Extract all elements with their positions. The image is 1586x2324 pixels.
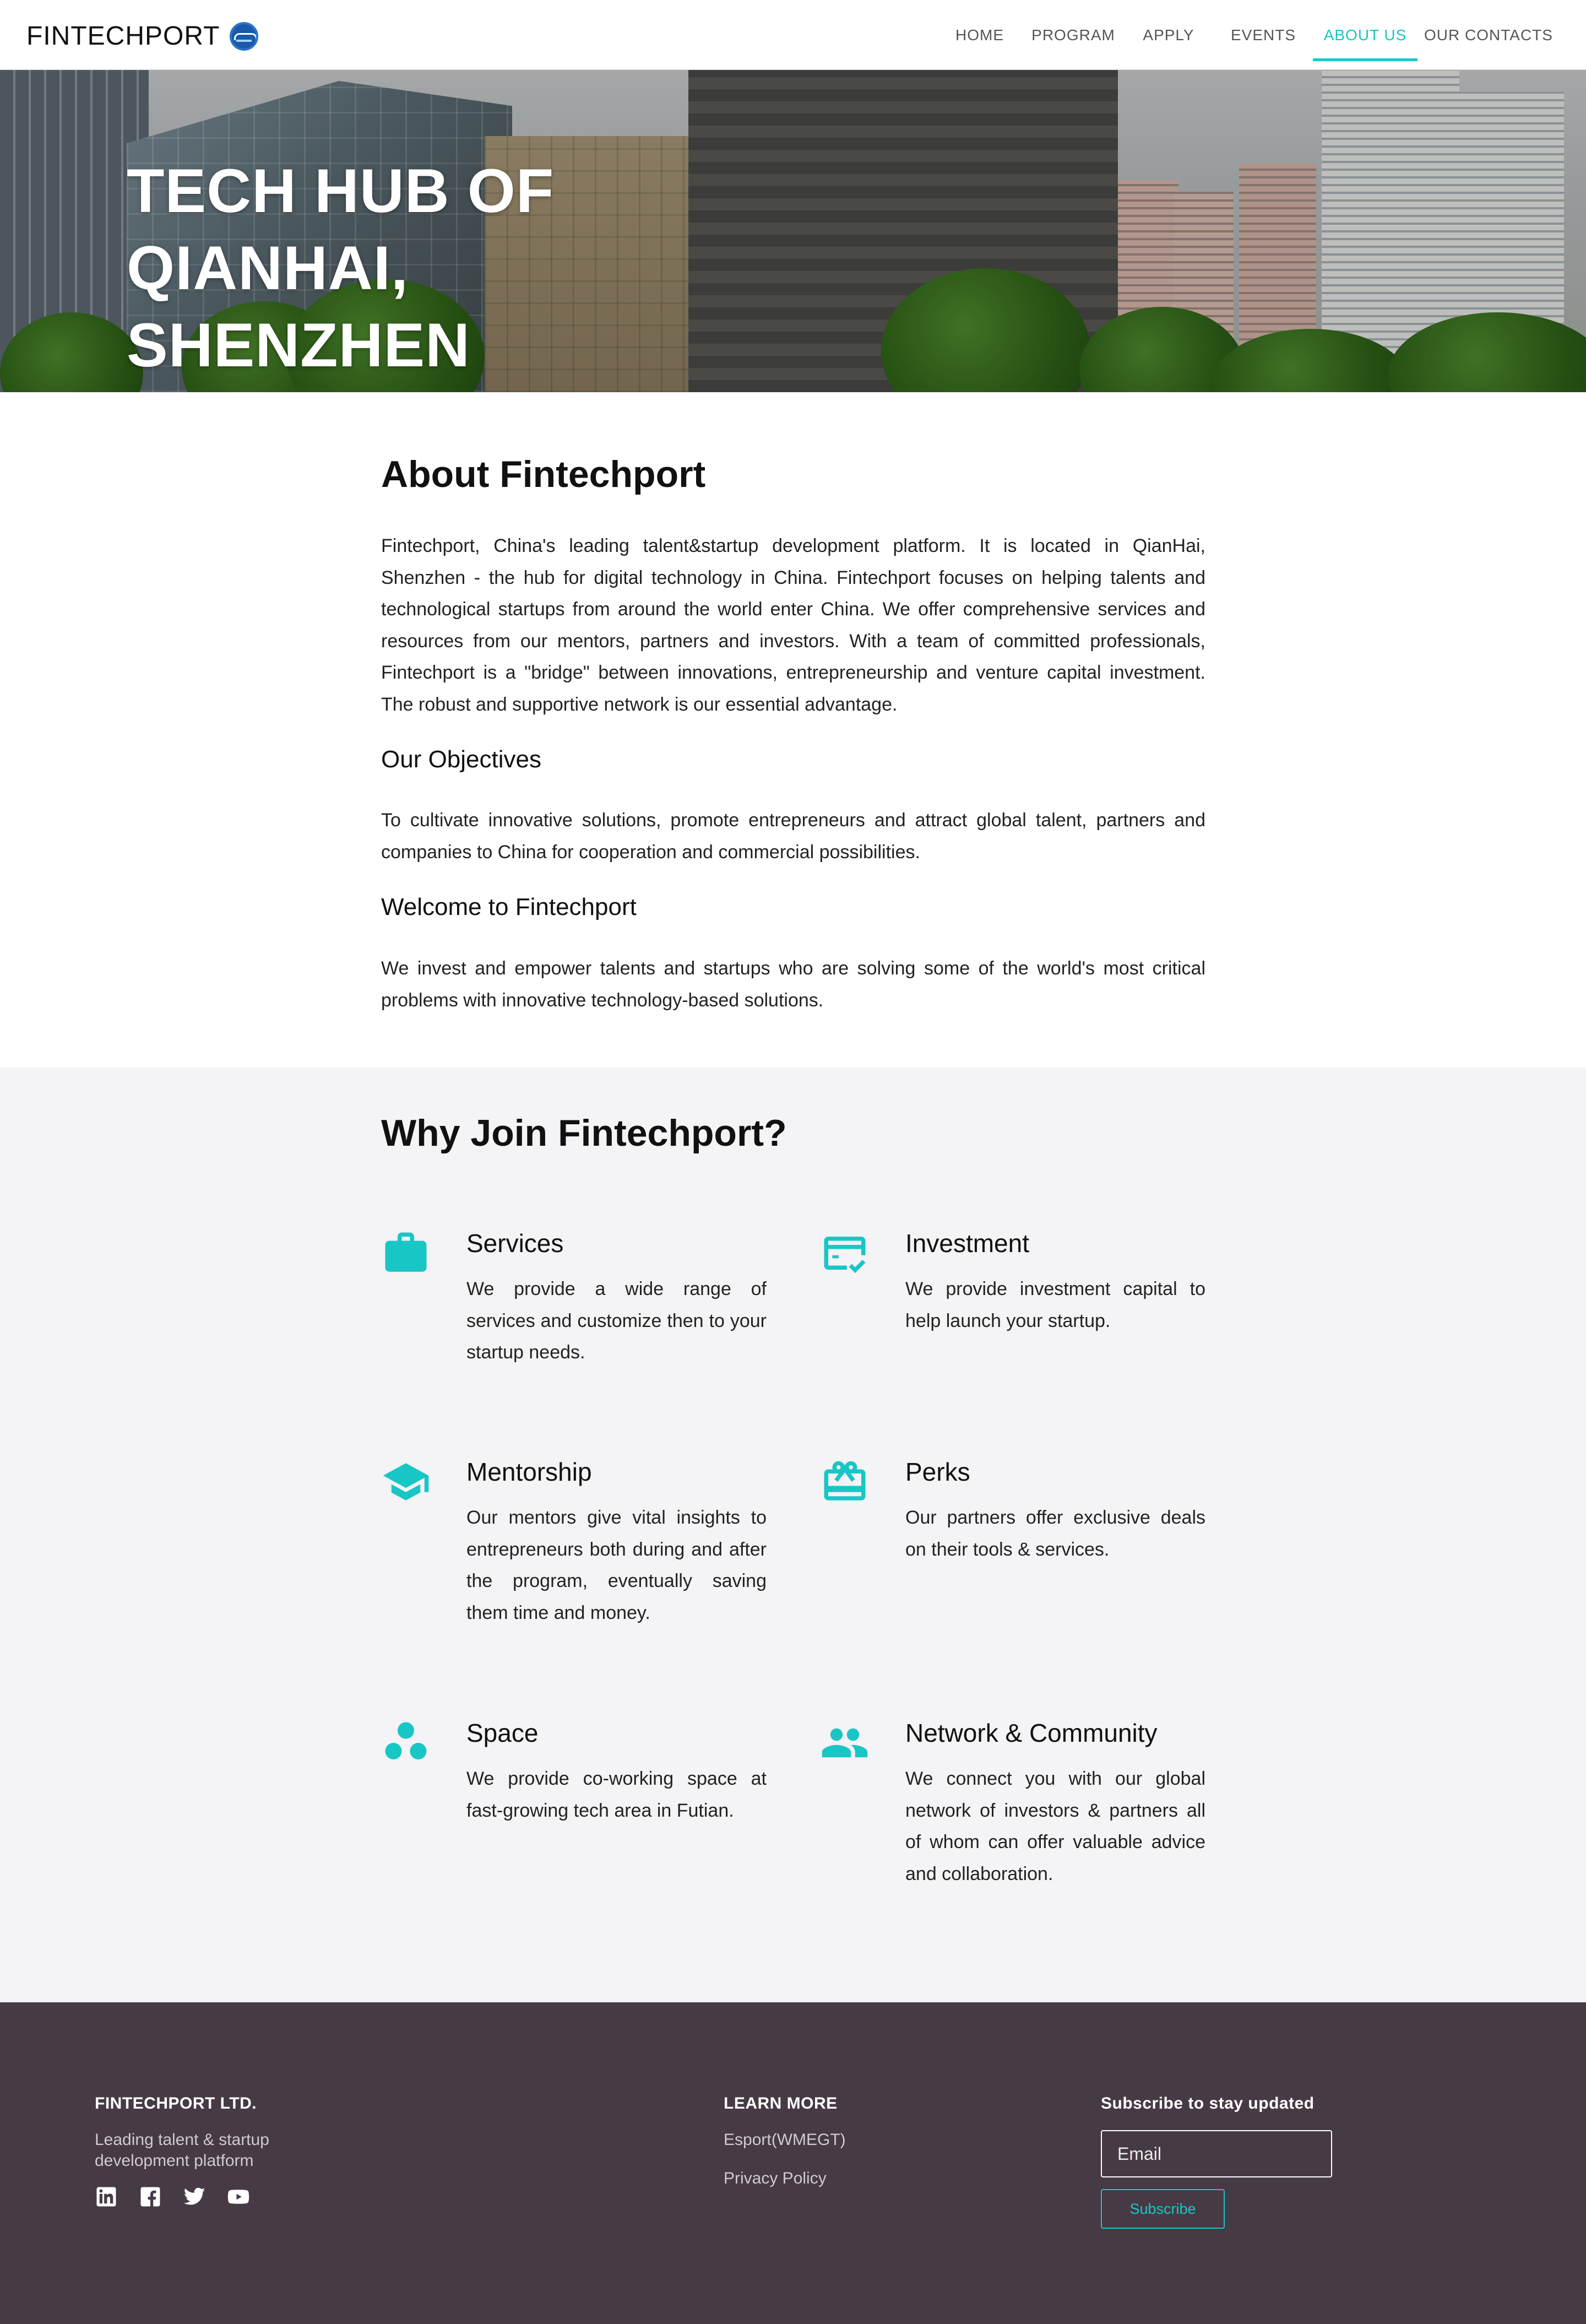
social-links xyxy=(95,2185,250,2208)
feature-text: Our partners offer exclusive deals on th… xyxy=(905,1507,1205,1560)
nav-item-home[interactable]: HOME xyxy=(936,0,1023,70)
linkedin-icon[interactable] xyxy=(95,2185,118,2208)
subscribe-button[interactable]: Subscribe xyxy=(1101,2189,1225,2229)
welcome-title: Welcome to Fintechport xyxy=(381,893,637,920)
site-header: FINTECHPORT HOME PROGRAM APPLY EVENTS AB… xyxy=(0,0,1586,70)
why-title: Why Join Fintechport? xyxy=(381,1112,787,1154)
youtube-icon[interactable] xyxy=(227,2185,250,2208)
footer-tagline-line: development platform xyxy=(95,2152,254,2170)
about-section: About Fintechport Fintechport, China's l… xyxy=(0,392,1586,1068)
feature-text: We provide investment capital to help la… xyxy=(905,1279,1205,1331)
twitter-icon[interactable] xyxy=(183,2185,206,2208)
nav-item-our-contacts[interactable]: OUR CONTACTS xyxy=(1417,0,1560,70)
nav-item-about-us[interactable]: ABOUT US xyxy=(1313,0,1417,70)
feature-text: We provide a wide range of services and … xyxy=(466,1279,767,1363)
feature-title: Mentorship xyxy=(466,1458,592,1486)
workspaces-icon xyxy=(381,1718,431,1768)
feature-title: Services xyxy=(466,1229,564,1258)
email-field[interactable] xyxy=(1101,2130,1332,2177)
feature-text: Our mentors give vital insights to entre… xyxy=(466,1507,767,1623)
graduation-cap-icon xyxy=(381,1457,431,1507)
hero-title-line: TECH HUB OF QIANHAI, xyxy=(127,156,555,302)
hero-banner: TECH HUB OF QIANHAI, SHENZHEN xyxy=(0,70,1586,392)
subscribe-title: Subscribe to stay updated xyxy=(1101,2094,1315,2112)
footer-company-name: FINTECHPORT LTD. xyxy=(95,2094,257,2112)
footer-tagline-line: Leading talent & startup xyxy=(95,2131,269,2149)
why-join-section: Why Join Fintechport? Services We provid… xyxy=(0,1068,1586,2002)
nav-item-apply[interactable]: APPLY xyxy=(1123,0,1214,70)
objectives-text: To cultivate innovative solutions, promo… xyxy=(381,810,1205,863)
brand-name: FINTECHPORT xyxy=(26,21,220,51)
about-intro: Fintechport, China's leading talent&star… xyxy=(381,535,1205,715)
logo-emblem-icon xyxy=(230,21,259,51)
feature-text: We connect you with our global network o… xyxy=(905,1768,1205,1884)
feature-text: We provide co-working space at fast-grow… xyxy=(466,1768,767,1821)
feature-title: Network & Community xyxy=(905,1719,1158,1747)
objectives-title: Our Objectives xyxy=(381,746,541,773)
feature-title: Space xyxy=(466,1719,539,1747)
hero-title-line: SHENZHEN xyxy=(127,311,471,380)
footer-link-privacy[interactable]: Privacy Policy xyxy=(724,2168,827,2189)
about-title: About Fintechport xyxy=(381,453,706,495)
main-nav: HOME PROGRAM APPLY EVENTS ABOUT US OUR C… xyxy=(936,0,1560,70)
nav-item-program[interactable]: PROGRAM xyxy=(1023,0,1123,70)
brand-logo[interactable]: FINTECHPORT xyxy=(26,21,259,51)
feature-title: Investment xyxy=(905,1229,1029,1258)
footer-link-esport[interactable]: Esport(WMEGT) xyxy=(724,2130,846,2150)
briefcase-icon xyxy=(381,1228,431,1278)
nav-item-events[interactable]: EVENTS xyxy=(1214,0,1313,70)
people-icon xyxy=(820,1718,870,1768)
hero-title: TECH HUB OF QIANHAI, SHENZHEN xyxy=(127,153,843,384)
gift-card-icon xyxy=(820,1457,870,1507)
feature-title: Perks xyxy=(905,1458,970,1486)
facebook-icon[interactable] xyxy=(139,2185,162,2208)
welcome-text: We invest and empower talents and startu… xyxy=(381,958,1205,1011)
credit-card-check-icon xyxy=(820,1228,870,1278)
learn-more-title: LEARN MORE xyxy=(724,2094,838,2112)
site-footer: FINTECHPORT LTD. Leading talent & startu… xyxy=(0,2002,1586,2324)
